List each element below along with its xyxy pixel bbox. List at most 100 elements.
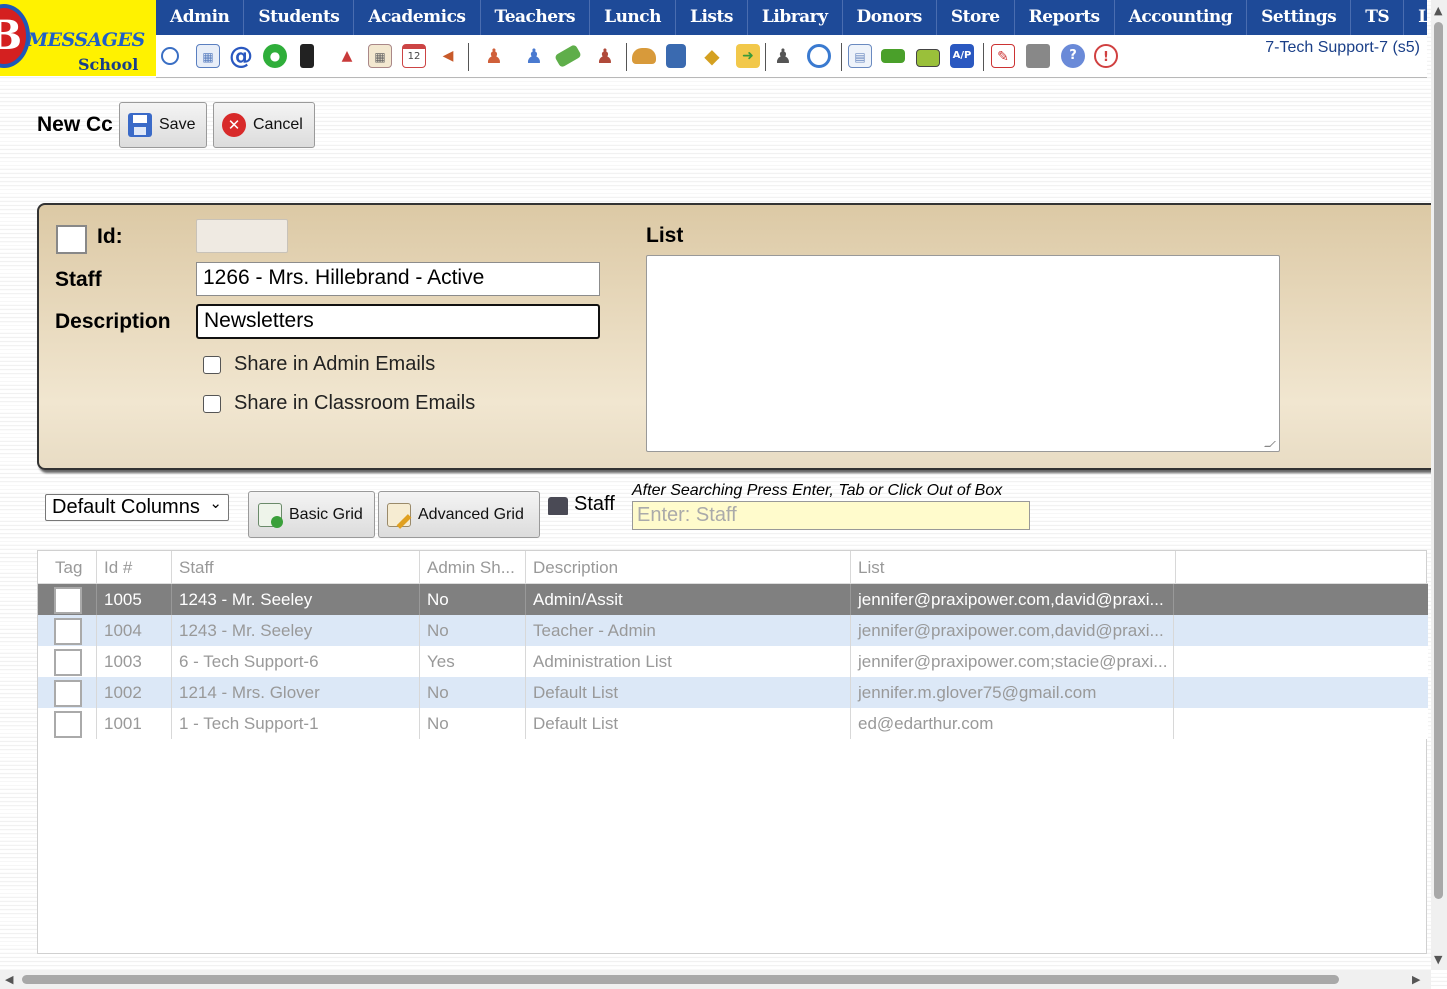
row-description: Default List — [526, 677, 851, 708]
bullhorn-icon[interactable]: ◀ — [436, 44, 460, 68]
lunch-icon[interactable] — [632, 48, 656, 64]
row-tag-checkbox[interactable] — [54, 680, 82, 707]
scroll-left-icon[interactable]: ◀ — [5, 973, 13, 986]
description-field[interactable]: Newsletters — [196, 304, 600, 339]
app-logo[interactable]: B Messages School 1002 — [0, 0, 156, 76]
row-list: jennifer@praxipower.com,david@praxi... — [851, 615, 1174, 646]
row-staff: 1243 - Mr. Seeley — [172, 615, 420, 646]
vertical-scroll-thumb[interactable] — [1434, 22, 1443, 899]
share-admin-option[interactable]: Share in Admin Emails — [203, 353, 435, 376]
grid-icon[interactable]: ▦ — [196, 44, 220, 68]
col-description-header[interactable]: Description — [526, 551, 851, 583]
row-tag-checkbox[interactable] — [54, 618, 82, 645]
row-admin-share: No — [420, 584, 526, 615]
save-button[interactable]: Save — [119, 102, 207, 148]
nav-teachers[interactable]: Teachers — [481, 0, 591, 35]
col-tag-header[interactable]: Tag — [38, 551, 97, 583]
list-textarea[interactable] — [646, 255, 1280, 452]
col-id-header[interactable]: Id # — [97, 551, 172, 583]
calendar-date-icon[interactable]: 12 — [402, 44, 426, 68]
row-tag-checkbox[interactable] — [54, 649, 82, 676]
staff-label: Staff — [55, 268, 102, 291]
nav-students[interactable]: Students — [244, 0, 355, 35]
horizontal-scroll-thumb[interactable] — [22, 975, 1339, 984]
cancel-button[interactable]: ✕ Cancel — [213, 102, 315, 148]
scroll-right-icon[interactable]: ▶ — [1412, 973, 1420, 986]
nav-lunch[interactable]: Lunch — [590, 0, 676, 35]
row-id: 1004 — [97, 615, 172, 646]
save-button-label: Save — [159, 116, 196, 133]
row-id: 1001 — [97, 708, 172, 739]
table-row[interactable]: 1002 1214 - Mrs. Glover No Default List … — [38, 677, 1428, 708]
vertical-scrollbar[interactable]: ▲ ▼ — [1431, 0, 1447, 970]
nav-lists[interactable]: Lists — [676, 0, 748, 35]
staff-field[interactable]: 1266 - Mrs. Hillebrand - Active — [196, 262, 600, 296]
id-checkbox[interactable] — [56, 225, 87, 254]
row-id: 1003 — [97, 646, 172, 677]
current-user-label: 7-Tech Support-7 (s5) — [1265, 39, 1420, 56]
power-icon[interactable]: ! — [1094, 44, 1118, 68]
register-icon[interactable] — [916, 49, 940, 67]
scroll-down-icon[interactable]: ▼ — [1434, 953, 1442, 966]
help-icon[interactable]: ? — [1061, 44, 1085, 68]
share-classroom-option[interactable]: Share in Classroom Emails — [203, 392, 475, 415]
user-icon[interactable]: ♟ — [522, 44, 546, 68]
export-icon[interactable]: ➜ — [736, 44, 760, 68]
group-icon[interactable]: ♟ — [593, 44, 617, 68]
table-row[interactable]: 1001 1 - Tech Support-1 No Default List … — [38, 708, 1428, 739]
cash-register-icon[interactable] — [1026, 44, 1050, 68]
ap-icon[interactable]: A/P — [950, 44, 974, 68]
row-staff: 1 - Tech Support-1 — [172, 708, 420, 739]
table-row[interactable]: 1004 1243 - Mr. Seeley No Teacher - Admi… — [38, 615, 1428, 646]
megaphone-small-icon[interactable]: ▲ — [335, 44, 359, 68]
book-icon[interactable] — [666, 44, 686, 68]
mobile-phone-icon[interactable] — [300, 44, 314, 68]
quick-icon-toolbar: ▦ @ ● ▲ ▦ 12 ◀ ♟ ♟ ♟ ◆ ➜ ♟ ▤ A/P ✎ ? ! — [156, 35, 1427, 78]
school-name: School 1002 — [78, 55, 139, 76]
row-tag-cell — [38, 615, 97, 646]
cancel-button-label: Cancel — [253, 116, 303, 133]
basic-grid-button[interactable]: Basic Grid — [248, 491, 375, 538]
nav-academics[interactable]: Academics — [354, 0, 481, 35]
nav-ts[interactable]: TS — [1351, 0, 1405, 35]
share-classroom-checkbox[interactable] — [203, 394, 221, 413]
nav-admin[interactable]: Admin — [156, 0, 245, 35]
add-user-icon[interactable]: ♟ — [482, 44, 506, 68]
search-hint: After Searching Press Enter, Tab or Clic… — [632, 482, 1003, 499]
calendar-grid-icon[interactable]: ▦ — [368, 44, 392, 68]
money-icon[interactable] — [554, 43, 582, 69]
nav-reports[interactable]: Reports — [1015, 0, 1115, 35]
advanced-grid-icon — [387, 502, 412, 529]
row-tag-checkbox[interactable] — [54, 587, 82, 614]
search-icon[interactable] — [161, 47, 179, 65]
id-field — [196, 219, 288, 253]
col-list-header[interactable]: List — [851, 551, 1176, 583]
nav-settings[interactable]: Settings — [1247, 0, 1352, 35]
nav-library[interactable]: Library — [748, 0, 843, 35]
pdf-icon[interactable]: ✎ — [991, 44, 1015, 68]
col-admin-share-header[interactable]: Admin Sh... — [420, 551, 526, 583]
col-staff-header[interactable]: Staff — [172, 551, 420, 583]
chat-icon[interactable]: ● — [263, 44, 287, 68]
share-admin-checkbox[interactable] — [203, 355, 221, 374]
table-row[interactable]: 1005 1243 - Mr. Seeley No Admin/Assit je… — [38, 584, 1428, 615]
data-grid: Tag Id # Staff Admin Sh... Description L… — [37, 550, 1428, 954]
scroll-up-icon[interactable]: ▲ — [1434, 4, 1442, 17]
table-row[interactable]: 1003 6 - Tech Support-6 Yes Administrati… — [38, 646, 1428, 677]
staff-search-input[interactable]: Enter: Staff — [632, 501, 1030, 530]
teacher-icon[interactable]: ♟ — [771, 44, 795, 68]
row-list: jennifer@praxipower.com,david@praxi... — [851, 584, 1174, 615]
table-icon[interactable]: ▤ — [848, 44, 872, 68]
email-at-icon[interactable]: @ — [229, 44, 253, 68]
horizontal-scrollbar[interactable]: ◀ ▶ — [0, 970, 1431, 989]
nav-accounting[interactable]: Accounting — [1115, 0, 1248, 35]
row-admin-share: No — [420, 677, 526, 708]
card-icon[interactable] — [881, 49, 905, 63]
nav-donors[interactable]: Donors — [843, 0, 937, 35]
row-tag-checkbox[interactable] — [54, 711, 82, 738]
clock-icon[interactable] — [807, 44, 831, 68]
nav-store[interactable]: Store — [937, 0, 1015, 35]
bell-icon[interactable]: ◆ — [700, 44, 724, 68]
advanced-grid-button[interactable]: Advanced Grid — [378, 491, 540, 538]
columns-select[interactable]: Default Columns ⌄ — [45, 494, 229, 521]
